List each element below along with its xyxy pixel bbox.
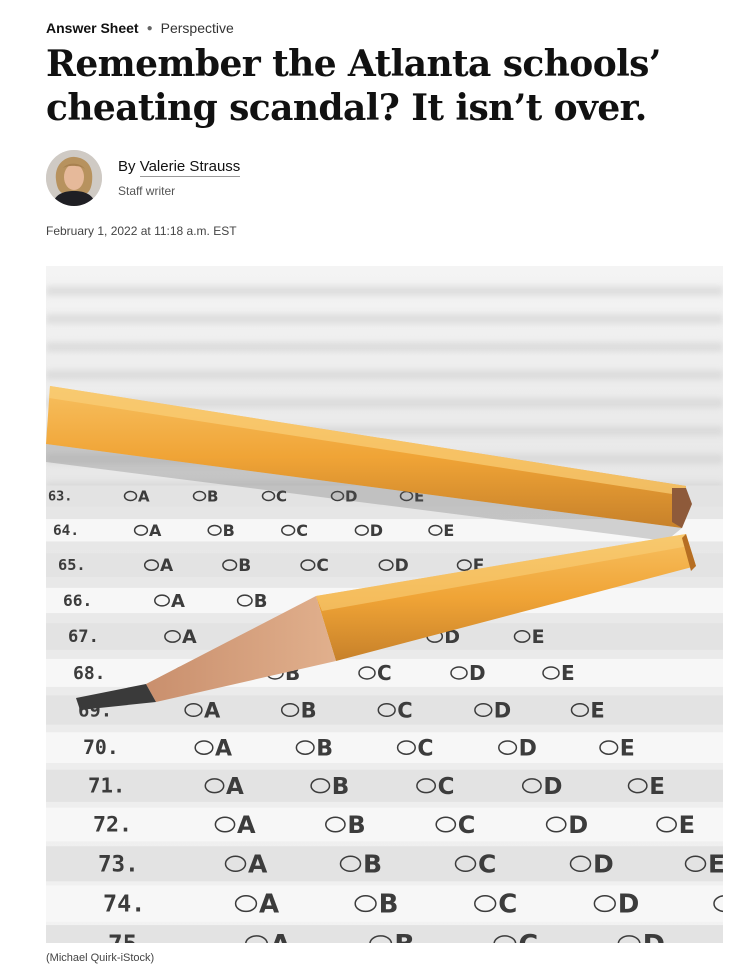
answer-option-letter: C (316, 556, 328, 576)
answer-row: 73. A B C D E (46, 846, 723, 882)
answer-option-letter: B (347, 811, 365, 839)
answer-option-letter: B (207, 487, 218, 505)
answer-option-letter: E (649, 774, 665, 800)
kicker: Answer Sheet ● Perspective (46, 17, 234, 39)
answer-option-letter: C (438, 774, 455, 800)
answer-option-letter: A (226, 774, 244, 800)
answer-option-letter: E (443, 521, 454, 540)
question-number: 70. (83, 736, 119, 759)
author-link[interactable]: Valerie Strauss (139, 158, 241, 177)
answer-option-letter: B (332, 774, 350, 800)
answer-option-letter: B (254, 591, 268, 612)
author-role: Staff writer (118, 184, 176, 198)
question-number: 72. (93, 813, 132, 838)
answer-option-letter: A (237, 811, 256, 839)
answer-option-letter: D (543, 774, 562, 800)
answer-option-letter: D (568, 811, 588, 839)
answer-option-letter: B (238, 556, 251, 576)
question-number: 71. (88, 774, 125, 798)
byline-line: By Valerie Strauss (118, 158, 241, 177)
answer-option-letter: C (498, 890, 517, 920)
answer-option-letter: D (643, 929, 665, 943)
answer-option-letter: A (149, 521, 162, 540)
answer-option-letter: E (620, 736, 635, 761)
answer-row: 74.ABCDE (46, 885, 723, 922)
answer-option-letter: B (363, 850, 382, 879)
answer-option-letter: A (138, 487, 150, 505)
answer-option-letter: C (296, 521, 308, 540)
question-number: 73. (98, 851, 139, 877)
answer-option-letter: D (370, 521, 383, 540)
answer-option-letter: C (478, 850, 496, 879)
answer-option-letter: A (182, 626, 197, 648)
answer-option-letter: A (171, 591, 185, 612)
answer-row-band (46, 807, 723, 842)
answer-option-letter: E (590, 698, 604, 722)
answer-option-letter: E (532, 626, 545, 648)
answer-option-letter: A (215, 736, 232, 761)
answer-option-letter: A (248, 850, 268, 879)
answer-option-letter: E (708, 850, 723, 879)
answer-row: 71. A B C D E (46, 769, 723, 802)
question-number: 67. (68, 627, 99, 647)
question-number: 74. (103, 889, 145, 917)
question-number: 75. (108, 929, 152, 943)
byline-prefix: By (118, 158, 136, 175)
answer-option-letter: D (395, 556, 409, 576)
answer-option-letter: A (160, 556, 174, 576)
photo-caption: (Michael Quirk-iStock) (46, 952, 155, 964)
question-number: 64. (53, 523, 79, 539)
answer-row-band (46, 769, 723, 802)
answer-option-letter: C (377, 661, 392, 685)
hero-photo[interactable]: 63. A B C D E 64. A B C D E 65. A B C D E 66. A B C D E 67. A B C D E… (46, 266, 723, 943)
author-portrait-icon (46, 150, 102, 206)
answer-option-letter: B (223, 521, 235, 540)
answer-option-letter: B (316, 736, 333, 761)
answer-option-letter: D (593, 850, 614, 879)
answer-row: 72. A B C D E (46, 807, 723, 842)
author-avatar[interactable] (46, 150, 102, 206)
answer-option-letter: D (519, 736, 537, 761)
perspective-label: Perspective (160, 20, 234, 36)
answer-option-letter: E (679, 811, 695, 839)
answer-option-letter: B (379, 890, 399, 920)
answer-option-letter: C (518, 929, 538, 943)
section-link[interactable]: Answer Sheet (46, 20, 139, 36)
answer-option-letter: C (417, 736, 433, 761)
answer-option-letter: C (458, 811, 476, 839)
question-number: 63. (48, 489, 72, 505)
answer-option-letter: E (561, 661, 575, 685)
publish-date: February 1, 2022 at 11:18 a.m. EST (46, 224, 237, 238)
question-number: 65. (58, 556, 86, 574)
question-number: 68. (73, 663, 106, 684)
answer-option-letter: B (394, 929, 415, 943)
headline: Remember the Atlanta schools’ cheating s… (46, 43, 661, 129)
answer-row: 68.ABCDE (46, 658, 723, 687)
separator-dot: ● (146, 22, 153, 34)
answer-sheet-pencil-photo: 63. A B C D E 64. A B C D E 65. A B C D E 66. A B C D E 67. A B C D E… (46, 266, 723, 943)
answer-option-letter: D (618, 890, 640, 920)
answer-option-letter: B (301, 698, 317, 722)
answer-option-letter: D (494, 698, 511, 722)
answer-row: 75.ABCDE (46, 925, 723, 943)
answer-option-letter: A (270, 929, 291, 943)
answer-option-letter: A (259, 890, 279, 920)
answer-option-letter: D (469, 661, 486, 685)
answer-option-letter: A (204, 698, 221, 722)
question-number: 66. (63, 591, 92, 610)
answer-row: 70. A B C D E (46, 732, 723, 764)
byline: By Valerie Strauss Staff writer (46, 150, 241, 206)
answer-option-letter: C (397, 698, 412, 722)
answer-row-band (46, 846, 723, 882)
